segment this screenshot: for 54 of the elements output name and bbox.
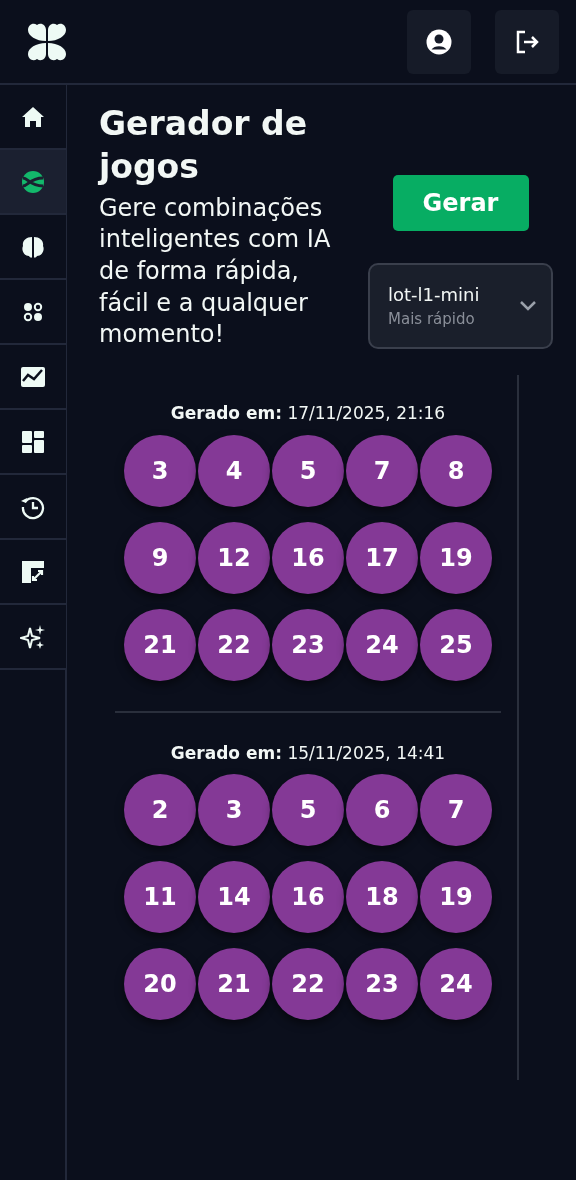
number-ball: 19 — [420, 861, 492, 934]
number-ball: 3 — [124, 434, 196, 507]
sidebar-item[interactable] — [0, 215, 66, 280]
page-description: Gere combinações inteligentes com IA de forma rápida, fácil e a qualquer momento! — [99, 192, 332, 351]
number-ball: 25 — [420, 608, 492, 681]
chevron-down-icon — [519, 300, 537, 312]
generated-date: Gerado em: 17/11/2025, 21:16 — [169, 402, 447, 426]
sidebar-item[interactable] — [0, 150, 66, 215]
logout-button[interactable] — [495, 9, 559, 74]
select-value: lot-l1-mini — [388, 283, 480, 308]
logout-icon — [514, 28, 540, 55]
number-ball: 6 — [346, 774, 418, 847]
sidebar-item[interactable] — [0, 345, 66, 410]
model-select[interactable]: lot-l1-mini Mais rápido — [368, 263, 553, 349]
sidebar-item[interactable] — [0, 410, 66, 475]
number-ball: 5 — [272, 774, 344, 847]
dashboard-icon — [20, 428, 46, 455]
generated-date: Gerado em: 15/11/2025, 14:41 — [169, 741, 447, 765]
sidebar-item[interactable] — [0, 475, 66, 540]
number-ball: 23 — [346, 948, 418, 1021]
number-ball: 9 — [124, 521, 196, 594]
number-ball: 7 — [420, 774, 492, 847]
select-hint: Mais rápido — [388, 309, 476, 331]
sidebar-item[interactable] — [0, 280, 66, 345]
number-ball: 7 — [346, 434, 418, 507]
number-ball: 4 — [198, 434, 270, 507]
number-ball: 16 — [272, 861, 344, 934]
profile-button[interactable] — [407, 9, 471, 74]
table-swap-icon — [20, 558, 46, 585]
number-ball: 24 — [420, 948, 492, 1021]
number-ball: 5 — [272, 434, 344, 507]
number-ball: 18 — [346, 861, 418, 934]
number-ball: 16 — [272, 521, 344, 594]
page-title: Gerador de jogos — [99, 103, 309, 188]
number-ball: 21 — [198, 948, 270, 1021]
number-ball: 21 — [124, 608, 196, 681]
number-ball: 8 — [420, 434, 492, 507]
number-ball: 22 — [272, 948, 344, 1021]
number-ball: 23 — [272, 608, 344, 681]
number-ball: 11 — [124, 861, 196, 934]
number-ball: 2 — [124, 774, 196, 847]
user-icon — [426, 28, 452, 55]
sidebar-item[interactable] — [0, 540, 66, 605]
number-ball: 24 — [346, 608, 418, 681]
number-ball: 14 — [198, 861, 270, 934]
swap-icon — [20, 168, 46, 195]
sidebar-item[interactable] — [0, 85, 66, 150]
number-ball: 20 — [124, 948, 196, 1021]
number-ball: 3 — [198, 774, 270, 847]
sidebar-item[interactable] — [0, 605, 66, 670]
number-ball: 17 — [346, 521, 418, 594]
number-ball: 19 — [420, 521, 492, 594]
number-ball: 12 — [198, 521, 270, 594]
number-ball: 22 — [198, 608, 270, 681]
